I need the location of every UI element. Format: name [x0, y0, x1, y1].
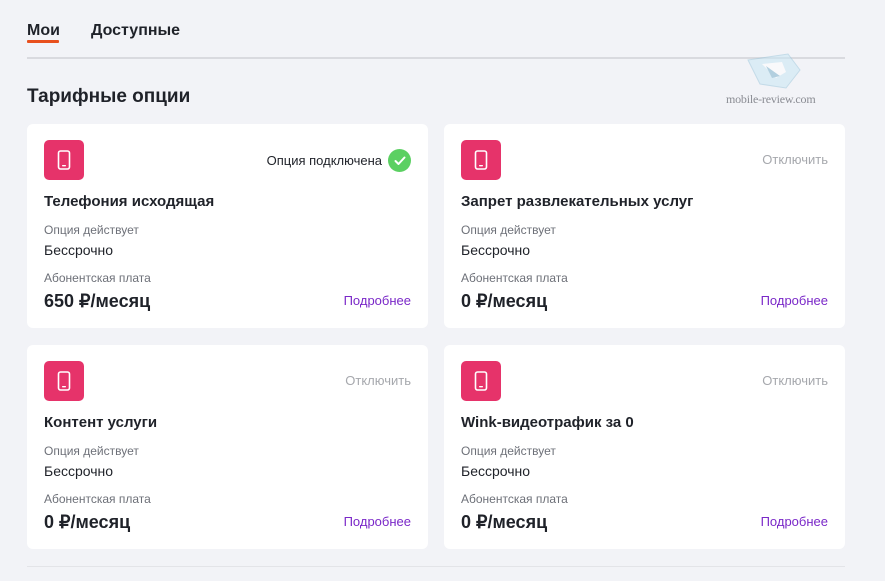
section-title: Тарифные опции: [27, 86, 191, 107]
fee-label: Абонентская плата: [461, 271, 568, 285]
fee-label: Абонентская плата: [461, 492, 568, 506]
period-label: Опция действует: [44, 223, 139, 237]
tab-available[interactable]: Доступные: [91, 21, 180, 41]
option-card: Отключить Контент услуги Опция действует…: [27, 345, 428, 549]
more-link[interactable]: Подробнее: [761, 293, 828, 309]
period-value: Бессрочно: [44, 242, 114, 258]
status-label: Опция подключена: [266, 152, 382, 168]
more-link[interactable]: Подробнее: [344, 293, 411, 309]
disconnect-button[interactable]: Отключить: [762, 152, 828, 168]
phone-icon: [44, 140, 84, 180]
more-link[interactable]: Подробнее: [344, 514, 411, 530]
phone-icon: [44, 361, 84, 401]
tab-mine[interactable]: Мои: [27, 21, 60, 43]
disconnect-button[interactable]: Отключить: [345, 373, 411, 389]
period-label: Опция действует: [461, 444, 556, 458]
price: 0 ₽/месяц: [461, 291, 548, 311]
phone-icon: [461, 361, 501, 401]
fee-label: Абонентская плата: [44, 492, 151, 506]
phone-icon: [461, 140, 501, 180]
price: 0 ₽/месяц: [44, 512, 131, 532]
option-name: Wink-видеотрафик за 0: [461, 414, 634, 431]
disconnect-button[interactable]: Отключить: [762, 373, 828, 389]
option-card: Отключить Запрет развлекательных услуг О…: [444, 124, 845, 328]
fee-label: Абонентская плата: [44, 271, 151, 285]
option-name: Запрет развлекательных услуг: [461, 193, 694, 210]
period-label: Опция действует: [461, 223, 556, 237]
period-label: Опция действует: [44, 444, 139, 458]
option-card: Опция подключена Телефония исходящая Опц…: [27, 124, 428, 328]
active-tab-underline: [27, 40, 59, 43]
more-link[interactable]: Подробнее: [761, 514, 828, 530]
period-value: Бессрочно: [461, 242, 531, 258]
option-name: Контент услуги: [44, 414, 158, 431]
tabs-bar: Мои Доступные: [27, 0, 845, 59]
period-value: Бессрочно: [44, 463, 114, 479]
divider: [27, 566, 845, 567]
page: Мои Доступные mobile-review.com Тарифные…: [0, 0, 885, 581]
price: 650 ₽/месяц: [44, 291, 151, 311]
price: 0 ₽/месяц: [461, 512, 548, 532]
period-value: Бессрочно: [461, 463, 531, 479]
option-name: Телефония исходящая: [44, 193, 215, 210]
check-circle-icon: [388, 149, 411, 172]
tab-available-label: Доступные: [91, 22, 181, 39]
tab-mine-label: Мои: [27, 22, 60, 39]
watermark-text: mobile-review.com: [726, 92, 816, 106]
status-connected: Опция подключена: [267, 149, 411, 172]
option-card: Отключить Wink-видеотрафик за 0 Опция де…: [444, 345, 845, 549]
